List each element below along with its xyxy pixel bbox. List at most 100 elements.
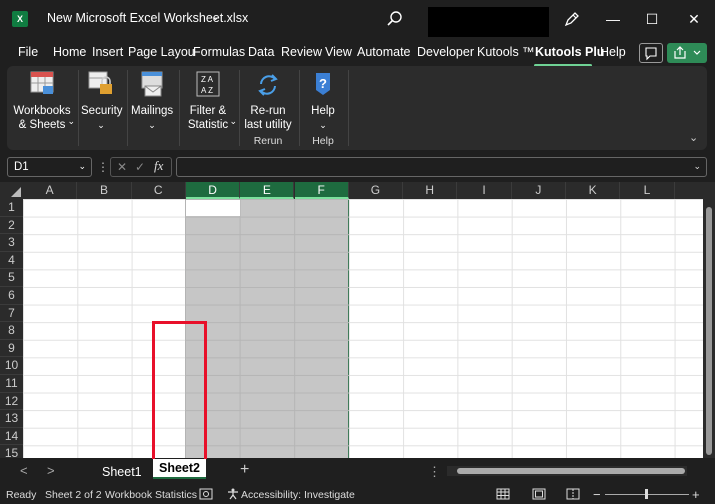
previous-sheet-chevron-icon[interactable]: < xyxy=(20,463,28,478)
tab-insert[interactable]: Insert xyxy=(92,45,123,59)
page-break-preview-icon[interactable] xyxy=(566,488,580,500)
collapse-ribbon-chevron-icon[interactable]: ⌄ xyxy=(689,131,698,144)
row-header-14[interactable]: 14 xyxy=(0,427,23,446)
title-chevron-down-icon[interactable]: ⌄ xyxy=(211,10,220,23)
formula-input[interactable]: ⌄ xyxy=(176,157,707,177)
filter-statistic-button[interactable]: Z A A Z Filter & Statistic ⌄ xyxy=(183,70,237,132)
vertical-scroll-thumb[interactable] xyxy=(706,207,712,455)
workbooks-dropdown-chevron-icon: ⌄ xyxy=(67,116,75,126)
comments-button[interactable] xyxy=(639,43,663,63)
horizontal-scrollbar[interactable] xyxy=(447,466,687,476)
tab-review[interactable]: Review xyxy=(281,45,322,59)
column-header-h[interactable]: H xyxy=(403,182,458,199)
row-header-12[interactable]: 12 xyxy=(0,392,23,411)
macro-recording-icon[interactable] xyxy=(199,488,213,500)
search-icon[interactable] xyxy=(386,10,404,28)
tab-view[interactable]: View xyxy=(325,45,352,59)
column-header-c[interactable]: C xyxy=(132,182,186,199)
enter-check-icon[interactable]: ✓ xyxy=(135,160,145,174)
sheet-tabs-bar: < > Sheet1 Sheet2 + ⋮ xyxy=(0,459,715,484)
sheet-tab-sheet1[interactable]: Sheet1 xyxy=(102,465,142,479)
zoom-in-button[interactable]: + xyxy=(692,487,700,502)
expand-formula-bar-chevron-icon[interactable]: ⌄ xyxy=(693,161,701,172)
worksheet-grid[interactable]: ABCDEFGHIJKL 1 2 3 4 5 6 7 8 9 10 11 12 13 14 15 xyxy=(0,182,715,458)
column-header-a[interactable]: A xyxy=(23,182,78,199)
help-label: Help xyxy=(311,105,335,117)
security-button[interactable]: Security ⌄ xyxy=(81,70,123,132)
tab-data[interactable]: Data xyxy=(248,45,274,59)
normal-view-icon[interactable] xyxy=(496,488,510,500)
select-all-triangle-icon xyxy=(11,187,21,197)
ribbon-separator xyxy=(179,70,180,146)
row-header-2[interactable]: 2 xyxy=(0,216,23,235)
column-header-d[interactable]: D xyxy=(185,182,241,199)
cancel-icon[interactable]: ✕ xyxy=(117,160,127,174)
name-box-chevron-down-icon[interactable]: ⌄ xyxy=(78,161,86,172)
active-cell-d1[interactable] xyxy=(186,200,240,216)
row-header-10[interactable]: 10 xyxy=(0,357,23,375)
workbooks-sheets-label: Workbooks & Sheets xyxy=(13,105,71,131)
minimize-button[interactable]: — xyxy=(603,9,623,29)
row-header-3[interactable]: 3 xyxy=(0,234,23,252)
row-header-11[interactable]: 11 xyxy=(0,375,23,393)
ribbon-tabs: File Home Insert Page Layou Formulas Dat… xyxy=(0,40,715,67)
workbooks-sheets-button[interactable]: Workbooks & Sheets ⌄ xyxy=(13,70,75,132)
column-header-k[interactable]: K xyxy=(566,182,621,199)
svg-text:Z A: Z A xyxy=(201,75,214,84)
column-header-l[interactable]: L xyxy=(620,182,675,199)
tab-developer[interactable]: Developer xyxy=(417,45,474,59)
row-header-4[interactable]: 4 xyxy=(0,251,23,270)
designer-pen-icon[interactable] xyxy=(563,10,581,28)
column-header-i[interactable]: I xyxy=(457,182,512,199)
add-sheet-plus-icon[interactable]: + xyxy=(240,461,249,479)
tab-formulas[interactable]: Formulas xyxy=(193,45,245,59)
zoom-out-button[interactable]: − xyxy=(593,487,601,502)
tab-file[interactable]: File xyxy=(18,45,38,59)
name-box[interactable]: D1 ⌄ xyxy=(7,157,92,177)
column-header-f[interactable]: F xyxy=(294,182,349,199)
formula-bar-dots-icon[interactable]: ⋮ xyxy=(97,160,109,174)
row-header-1[interactable]: 1 xyxy=(0,199,23,217)
ribbon-separator xyxy=(127,70,128,146)
column-header-j[interactable]: J xyxy=(512,182,566,199)
sheet-options-dots-icon[interactable]: ⋮ xyxy=(428,464,441,480)
next-sheet-chevron-icon[interactable]: > xyxy=(47,463,55,478)
close-button[interactable]: ✕ xyxy=(684,9,704,29)
tab-kutools[interactable]: Kutools ™ xyxy=(477,45,535,59)
tab-automate[interactable]: Automate xyxy=(357,45,411,59)
row-header-7[interactable]: 7 xyxy=(0,304,23,323)
status-bar: Ready Sheet 2 of 2 Workbook Statistics A… xyxy=(0,485,715,504)
accessibility-icon[interactable] xyxy=(227,488,239,500)
column-header-e[interactable]: E xyxy=(240,182,295,199)
row-header-6[interactable]: 6 xyxy=(0,287,23,305)
accessibility-status[interactable]: Accessibility: Investigate xyxy=(241,489,355,501)
select-all-button[interactable] xyxy=(0,182,23,199)
column-header-b[interactable]: B xyxy=(77,182,132,199)
svg-text:A Z: A Z xyxy=(201,86,213,95)
tab-page-layout[interactable]: Page Layou xyxy=(128,45,195,59)
horizontal-scroll-thumb[interactable] xyxy=(457,468,685,474)
row-header-15[interactable]: 15 xyxy=(0,445,23,458)
sheet-tab-sheet2[interactable]: Sheet2 xyxy=(153,459,206,479)
page-layout-view-icon[interactable] xyxy=(532,488,546,500)
zoom-slider-thumb[interactable] xyxy=(645,489,648,499)
rerun-last-utility-button[interactable]: Re-run last utility xyxy=(243,70,293,132)
vertical-scrollbar[interactable] xyxy=(703,199,715,458)
row-header-9[interactable]: 9 xyxy=(0,339,23,358)
account-area[interactable] xyxy=(428,7,549,37)
workbook-statistics-button[interactable]: Workbook Statistics xyxy=(105,489,197,501)
rerun-group-label: Rerun xyxy=(253,135,283,147)
tab-kutools-plus[interactable]: Kutools Plu xyxy=(535,45,604,59)
tab-home[interactable]: Home xyxy=(53,45,86,59)
column-header-g[interactable]: G xyxy=(349,182,404,199)
row-header-8[interactable]: 8 xyxy=(0,322,23,340)
row-header-5[interactable]: 5 xyxy=(0,269,23,287)
mailings-button[interactable]: Mailings ⌄ xyxy=(131,70,173,132)
cell-area[interactable] xyxy=(23,199,703,458)
row-header-13[interactable]: 13 xyxy=(0,410,23,428)
tab-help[interactable]: Help xyxy=(600,45,626,59)
insert-function-icon[interactable]: fx xyxy=(154,158,163,174)
maximize-button[interactable]: ☐ xyxy=(642,9,662,29)
help-button[interactable]: ? Help ⌄ xyxy=(303,70,343,132)
share-button[interactable] xyxy=(667,43,707,63)
